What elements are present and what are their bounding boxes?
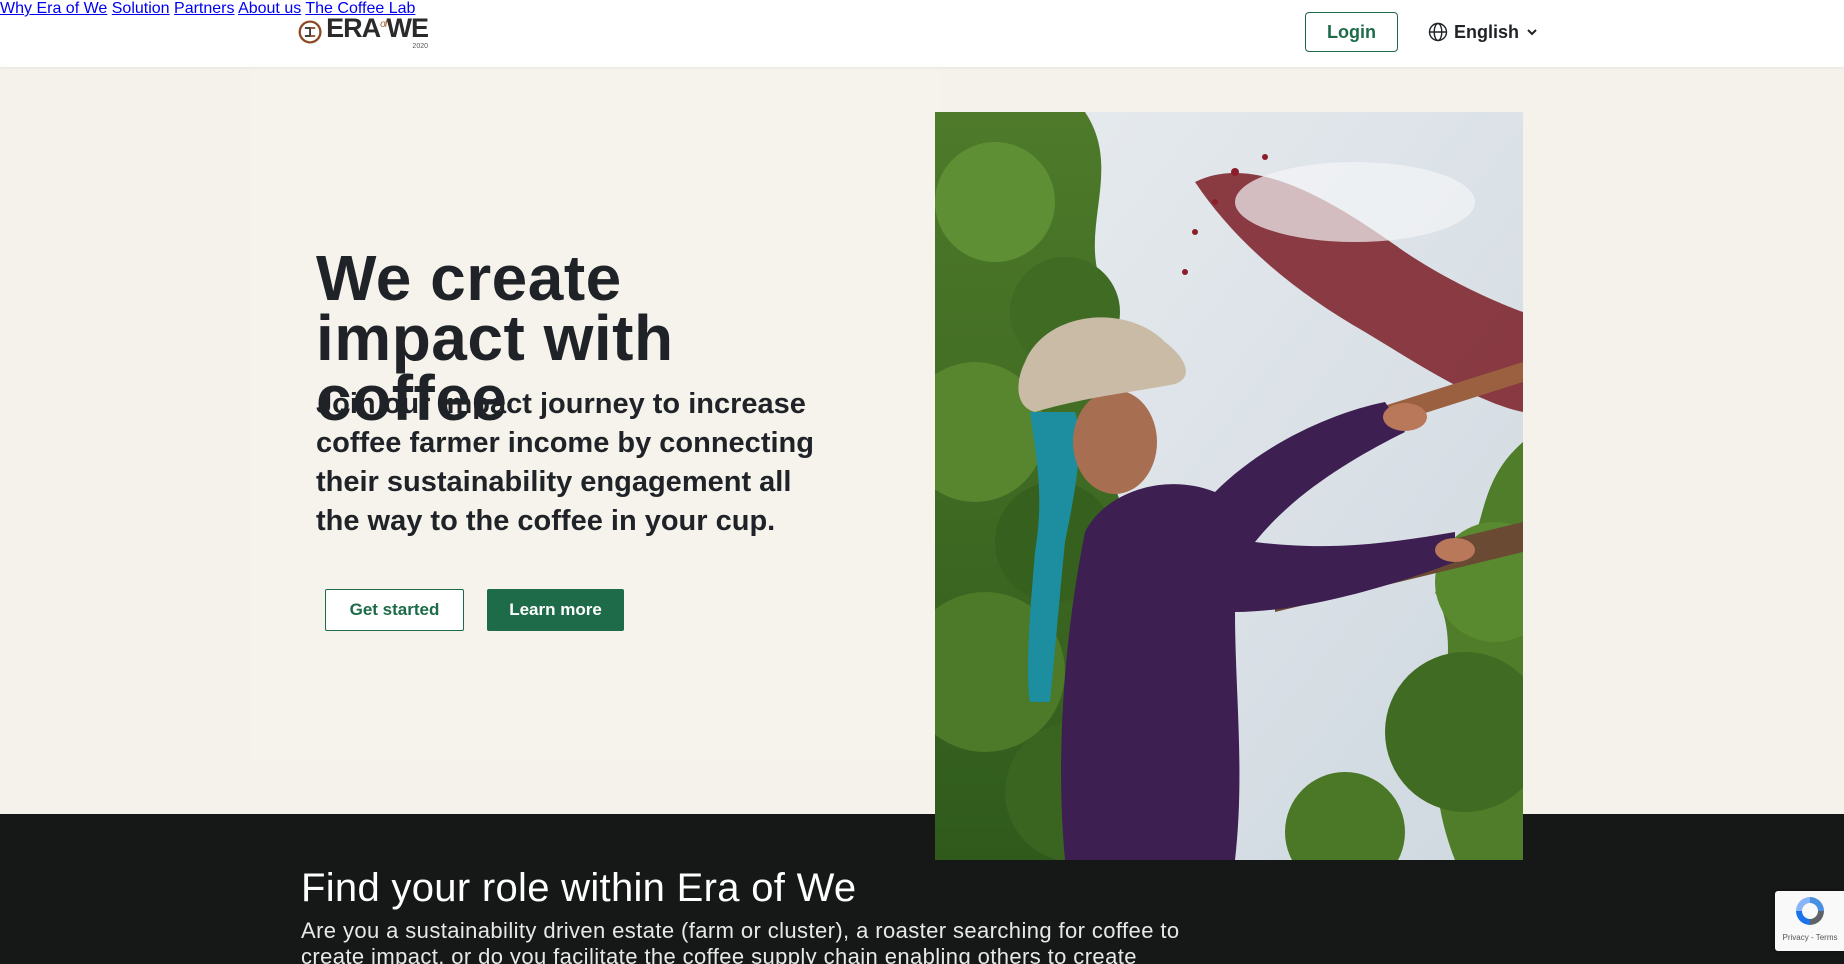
recaptcha-badge[interactable]: Privacy - Terms bbox=[1775, 891, 1844, 951]
language-selector[interactable]: English bbox=[1428, 20, 1539, 44]
site-header: ERAofWE 2020 Why Era of We Solution Part… bbox=[0, 0, 1844, 67]
chevron-down-icon bbox=[1527, 29, 1537, 36]
hero-subtitle: Join our impact journey to increase coff… bbox=[316, 388, 814, 537]
nav-partners[interactable]: Partners bbox=[174, 0, 234, 17]
globe-icon bbox=[1428, 22, 1448, 42]
role-section-text: Are you a sustainability driven estate (… bbox=[301, 918, 1180, 964]
site-logo[interactable]: ERAofWE 2020 bbox=[298, 9, 429, 55]
nav-about-us[interactable]: About us bbox=[238, 0, 301, 17]
logo-year: 2020 bbox=[412, 42, 428, 50]
language-label: English bbox=[1454, 21, 1520, 42]
get-started-button[interactable]: Get started bbox=[325, 589, 464, 631]
nav-why-era-of-we[interactable]: Why Era of We bbox=[0, 0, 107, 17]
nav-solution[interactable]: Solution bbox=[112, 0, 170, 17]
logo-text-we: WE bbox=[386, 12, 429, 43]
era-of-we-logo-icon bbox=[298, 20, 322, 44]
role-section-title: Find your role within Era of We bbox=[301, 866, 857, 910]
coffee-farmer-photo bbox=[935, 112, 1523, 860]
learn-more-button[interactable]: Learn more bbox=[487, 589, 624, 631]
recaptcha-icon bbox=[1796, 897, 1824, 925]
login-button[interactable]: Login bbox=[1305, 12, 1398, 52]
hero-image bbox=[935, 112, 1523, 860]
recaptcha-terms[interactable]: Privacy - Terms bbox=[1783, 933, 1838, 942]
logo-text-era: ERA bbox=[326, 12, 381, 43]
